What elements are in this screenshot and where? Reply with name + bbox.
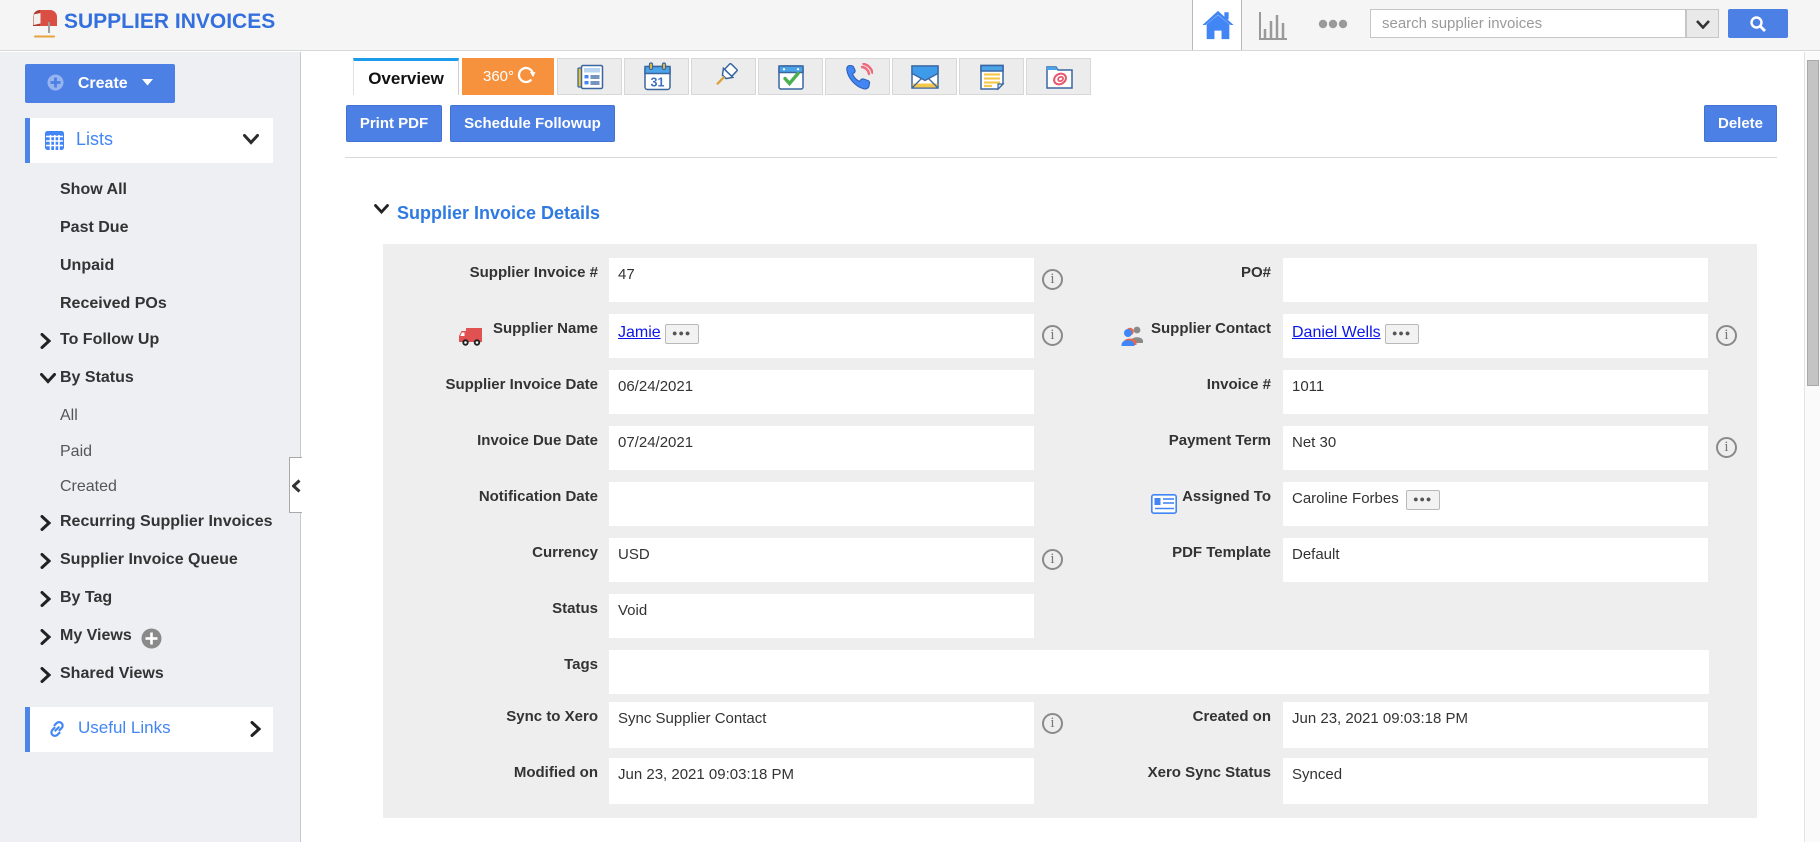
svg-text:31: 31 — [651, 76, 665, 90]
